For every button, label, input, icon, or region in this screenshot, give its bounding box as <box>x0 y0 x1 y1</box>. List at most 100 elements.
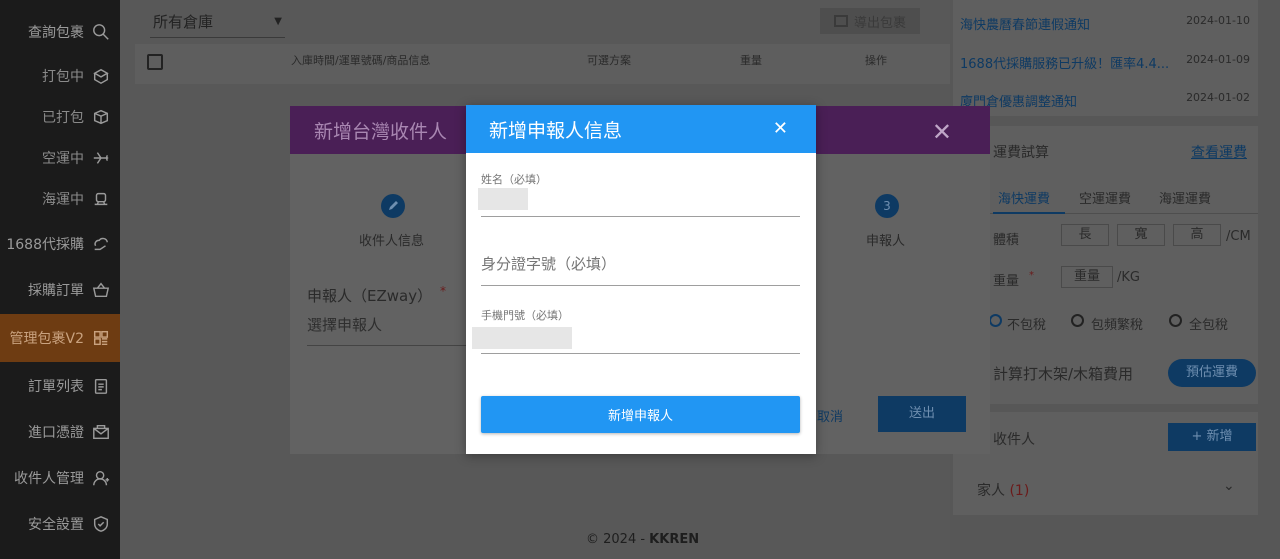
modal-title: 新增台灣收件人 <box>314 120 448 143</box>
notice-item[interactable]: 海快農曆春節連假通知 2024-01-10 <box>960 14 1250 33</box>
table-header-cell: 重量 <box>740 54 762 67</box>
sidebar-item-import-docs[interactable]: 進口憑證 <box>0 410 120 454</box>
notice-item[interactable]: 廈門倉優惠調整通知 2024-01-02 <box>960 91 1250 110</box>
radio-all-tax[interactable] <box>1169 314 1182 327</box>
sidebar-item-label: 已打包 <box>42 110 84 126</box>
notice-item[interactable]: 1688代採購服務已升級！匯率4.4... 2024-01-09 <box>960 53 1250 72</box>
declarer-label: 申報人（EZway） <box>307 287 433 305</box>
table-header-cell: 入庫時間/運單號碼/商品信息 <box>291 54 431 67</box>
tab-express[interactable]: 海快運費 <box>998 188 1050 207</box>
height-input[interactable]: 高 <box>1173 224 1221 246</box>
grid-icon <box>93 330 109 346</box>
radio-label: 全包稅 <box>1189 318 1229 333</box>
name-label: 姓名（必填） <box>481 173 547 186</box>
active-tab-indicator <box>993 212 1065 214</box>
sidebar-item-label: 空運中 <box>42 151 84 167</box>
package-open-icon <box>93 68 109 85</box>
cancel-button[interactable]: 取消 <box>817 406 843 425</box>
add-declarer-button[interactable]: 新增申報人 <box>481 396 800 433</box>
airplane-icon <box>93 152 109 164</box>
width-input[interactable]: 寬 <box>1117 224 1165 246</box>
chevron-down-icon[interactable]: ⌄ <box>1223 478 1235 494</box>
length-input[interactable]: 長 <box>1061 224 1109 246</box>
export-label: 導出包裹 <box>853 15 906 31</box>
sidebar-item-label: 打包中 <box>42 69 84 85</box>
select-all-checkbox[interactable] <box>147 54 163 70</box>
radio-no-tax[interactable] <box>989 314 1002 327</box>
id-number-field[interactable]: 身分證字號（必填） <box>481 253 800 286</box>
clipboard-icon <box>94 378 108 394</box>
table-header-cell: 操作 <box>865 54 887 67</box>
tab-air[interactable]: 空運運費 <box>1079 188 1131 207</box>
add-recipient-button[interactable]: + 新增 <box>1168 423 1256 451</box>
dim-unit: /CM <box>1226 229 1251 244</box>
step1-label: 收件人信息 <box>359 234 425 249</box>
box-icon <box>93 109 109 125</box>
view-rates-link[interactable]: 查看運費 <box>1191 142 1247 162</box>
tab-sea[interactable]: 海運運費 <box>1159 188 1211 207</box>
weight-input[interactable]: 重量 <box>1061 266 1113 288</box>
sidebar-item-packed[interactable]: 已打包 <box>0 97 120 137</box>
recipient-title: 收件人 <box>993 432 1035 448</box>
pencil-icon <box>389 201 398 210</box>
close-icon[interactable]: ✕ <box>773 118 788 139</box>
edit-step-icon <box>381 194 405 218</box>
sidebar-item-air[interactable]: 空運中 <box>0 138 120 178</box>
sidebar-item-label: 採購訂單 <box>28 283 84 299</box>
calc-tabs: 海快運費 空運運費 海運運費 <box>953 174 1258 214</box>
warehouse-select[interactable]: 所有倉庫 ▼ <box>150 6 285 38</box>
declarer-select[interactable]: 選擇申報人 <box>307 314 467 346</box>
basket-icon <box>92 282 110 298</box>
footer: © 2024 - KKREN <box>586 532 699 547</box>
radio-label: 不包稅 <box>1007 318 1047 333</box>
sidebar-item-label: 查詢包裹 <box>28 25 84 41</box>
sidebar-item-label: 安全設置 <box>28 517 84 533</box>
step3-number: 3 <box>875 194 899 218</box>
sidebar-item-search[interactable]: 查詢包裹 <box>0 10 120 54</box>
sidebar-item-label: 1688代採購 <box>6 237 84 253</box>
cloud-hand-icon <box>94 237 109 251</box>
phone-value-redacted <box>472 327 572 349</box>
shipping-calculator: 運費試算 查看運費 海快運費 空運運費 海運運費 體積 長 寬 高 /CM 重量… <box>953 126 1258 404</box>
monitor-icon <box>833 15 848 27</box>
submit-button[interactable]: 送出 <box>878 396 966 432</box>
export-button[interactable]: 導出包裹 <box>820 8 920 34</box>
notice-title[interactable]: 海快農曆春節連假通知 <box>960 14 1090 33</box>
ship-icon <box>94 192 108 206</box>
group-name: 家人 <box>977 483 1005 499</box>
weight-label: 重量 <box>993 274 1020 289</box>
right-column: 海快農曆春節連假通知 2024-01-10 1688代採購服務已升級！匯率4.4… <box>950 0 1280 559</box>
close-icon[interactable]: ✕ <box>932 118 952 146</box>
modal-header: 新增申報人信息 ✕ <box>466 105 816 153</box>
user-icon <box>93 470 110 486</box>
phone-field[interactable]: 手機門號（必填） <box>472 307 800 354</box>
footer-copyright: © 2024 - <box>586 532 650 547</box>
group-count: (1) <box>1009 483 1030 499</box>
sidebar-item-recipients[interactable]: 收件人管理 <box>0 456 120 500</box>
notice-date: 2024-01-02 <box>1186 91 1250 104</box>
notice-panel: 海快農曆春節連假通知 2024-01-10 1688代採購服務已升級！匯率4.4… <box>953 0 1258 116</box>
sidebar-item-sea[interactable]: 海運中 <box>0 179 120 219</box>
sidebar-item-label: 訂單列表 <box>28 379 84 395</box>
name-field[interactable]: 姓名（必填） <box>478 171 800 217</box>
sidebar-item-purchase-orders[interactable]: 採購訂單 <box>0 268 120 312</box>
radio-frequent-tax[interactable] <box>1071 314 1084 327</box>
sidebar-item-security[interactable]: 安全設置 <box>0 502 120 546</box>
warehouse-select-value: 所有倉庫 <box>153 13 214 31</box>
sidebar-item-manage-packages[interactable]: 管理包裹V2 <box>0 314 120 362</box>
estimate-button[interactable]: 預估運費 <box>1168 359 1256 387</box>
sidebar-item-order-list[interactable]: 訂單列表 <box>0 364 120 408</box>
recipient-group[interactable]: 家人 (1) <box>977 480 1029 500</box>
notice-title[interactable]: 1688代採購服務已升級！匯率4.4... <box>960 53 1169 72</box>
chevron-down-icon: ▼ <box>274 16 282 27</box>
weight-unit: /KG <box>1117 270 1140 285</box>
wood-crate-label: 計算打木架/木箱費用 <box>993 365 1134 383</box>
footer-brand: KKREN <box>649 532 700 547</box>
sidebar-item-packing[interactable]: 打包中 <box>0 56 120 96</box>
step3-label: 申報人 <box>866 234 906 249</box>
shield-icon <box>93 516 109 532</box>
volume-label: 體積 <box>993 233 1020 248</box>
radio-label: 包頻繁稅 <box>1091 318 1144 333</box>
sidebar-item-1688[interactable]: 1688代採購 <box>0 222 120 266</box>
sidebar-item-label: 管理包裹V2 <box>9 331 84 347</box>
